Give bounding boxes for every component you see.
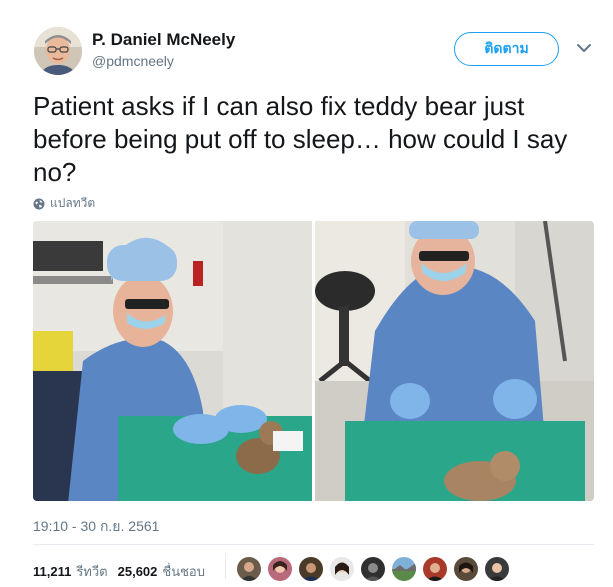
photo-right[interactable] [315, 221, 594, 501]
retweet-label: รีทวีต [76, 564, 108, 579]
media-grid [33, 221, 594, 501]
user-avatar-icon [485, 557, 509, 581]
translate-tweet-link[interactable]: แปลทวีต [33, 194, 95, 213]
like-count: 25,602 [117, 564, 158, 579]
user-avatar-icon [330, 557, 354, 581]
user-avatar-icon [361, 557, 385, 581]
retweet-count: 11,211 [33, 564, 72, 579]
liker-avatar[interactable] [422, 556, 448, 582]
avatar-man-glasses-icon [34, 27, 82, 75]
photo-surgeon-with-teddy-bear-right-icon [315, 221, 594, 501]
chevron-down-icon[interactable] [577, 43, 591, 53]
author-avatar[interactable] [34, 27, 82, 75]
liker-avatar[interactable] [453, 556, 479, 582]
follow-button[interactable]: ติดตาม [454, 32, 559, 66]
tweet-text: Patient asks if I can also fix teddy bea… [33, 91, 568, 187]
user-avatar-icon [454, 557, 478, 581]
liker-avatar[interactable] [329, 556, 355, 582]
user-avatar-icon [237, 557, 261, 581]
stats-separator [225, 553, 226, 579]
divider [33, 544, 594, 545]
liker-avatar[interactable] [360, 556, 386, 582]
user-avatar-icon [423, 557, 447, 581]
liker-avatar[interactable] [267, 556, 293, 582]
like-stat[interactable]: 25,602 ชื่นชอบ [118, 561, 205, 582]
liker-avatar[interactable] [236, 556, 262, 582]
author-display-name[interactable]: P. Daniel McNeely [92, 30, 235, 50]
likers-avatars [236, 556, 515, 582]
liker-avatar[interactable] [484, 556, 510, 582]
like-label: ชื่นชอบ [162, 564, 205, 579]
photo-left[interactable] [33, 221, 312, 501]
photo-surgeon-with-teddy-bear-left-icon [33, 221, 312, 501]
liker-avatar[interactable] [298, 556, 324, 582]
translate-label: แปลทวีต [50, 196, 96, 210]
user-avatar-icon [392, 557, 416, 581]
user-avatar-icon [268, 557, 292, 581]
tweet-stats: 11,211 รีทวีต 25,602 ชื่นชอบ [33, 561, 215, 582]
user-avatar-icon [299, 557, 323, 581]
retweet-stat[interactable]: 11,211 รีทวีต [33, 561, 108, 582]
tweet-timestamp[interactable]: 19:10 - 30 ก.ย. 2561 [33, 516, 159, 538]
globe-icon [33, 198, 45, 209]
author-handle[interactable]: @pdmcneely [92, 53, 174, 69]
liker-avatar[interactable] [391, 556, 417, 582]
